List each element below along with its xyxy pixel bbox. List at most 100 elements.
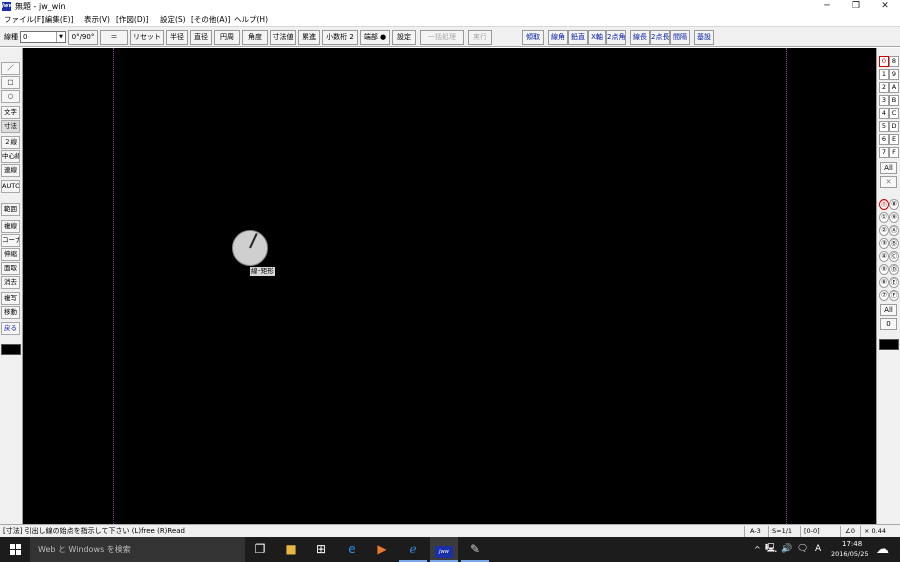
layer-group-e[interactable]: E [889, 134, 899, 145]
corner-tool[interactable]: コーナー [1, 234, 20, 247]
layer-3[interactable]: ③ [879, 238, 889, 249]
move-tool[interactable]: 移動 [1, 306, 20, 319]
layer-b[interactable]: Ⓑ [889, 238, 899, 249]
chevron-down-icon[interactable]: ▼ [56, 32, 65, 42]
layer-group-d[interactable]: D [889, 121, 899, 132]
stretch-tool[interactable]: 伸縮 [1, 248, 20, 261]
layer-e[interactable]: Ⓔ [889, 277, 899, 288]
layer-group-0[interactable]: 0 [879, 56, 889, 67]
erase-tool[interactable]: 消去 [1, 276, 20, 289]
message-icon[interactable]: 🗨 [797, 537, 808, 562]
media-player-icon[interactable]: ▶ [368, 537, 396, 562]
network-icon[interactable]: 🖳 [765, 537, 777, 562]
interval-button[interactable]: 間隔 [670, 30, 690, 45]
action-center-icon[interactable]: ☁ [876, 537, 889, 562]
clock-date[interactable]: 2016/05/25 [831, 550, 868, 559]
equal-button[interactable]: ＝ [100, 30, 128, 45]
layer-a[interactable]: Ⓐ [889, 225, 899, 236]
chamfer-tool[interactable]: 面取 [1, 262, 20, 275]
line-type-select[interactable]: 0 ▼ [20, 31, 66, 43]
layer-5[interactable]: ⑤ [879, 264, 889, 275]
layer-zero-button[interactable]: 0 [880, 318, 897, 330]
reset-button[interactable]: リセット [130, 30, 164, 45]
range-tool[interactable]: 範囲 [1, 203, 20, 216]
auto-mode-tool[interactable]: AUTO [1, 180, 20, 193]
layer-group-a[interactable]: A [889, 82, 899, 93]
chevron-up-icon[interactable]: ^ [754, 537, 761, 562]
layer-8[interactable]: ⑧ [889, 199, 899, 210]
undo-button[interactable]: 戻る [1, 322, 20, 335]
layer-1[interactable]: ① [879, 212, 889, 223]
layer-7[interactable]: ⑦ [879, 290, 889, 301]
layer-f[interactable]: Ⓕ [889, 290, 899, 301]
drawing-app-icon[interactable]: ✎ [461, 537, 489, 562]
layer-group-3[interactable]: 3 [879, 95, 889, 106]
center-line-tool[interactable]: 中心線 [1, 150, 20, 163]
menu-draw[interactable]: [作図(D)] [116, 13, 148, 26]
menu-edit[interactable]: [編集(E)] [42, 13, 73, 26]
task-view-icon[interactable]: ❐ [246, 537, 274, 562]
dimension-tool[interactable]: 寸法 [1, 120, 20, 133]
volume-icon[interactable]: 🔊 [781, 537, 792, 562]
maximize-button[interactable]: ❐ [841, 0, 871, 13]
layer-all-button[interactable]: All [880, 304, 897, 316]
line-tool[interactable]: ／ [1, 62, 20, 75]
clock-time[interactable]: 17:48 [842, 540, 862, 549]
end-style-button[interactable]: 端部 ● [360, 30, 390, 45]
x-axis-button[interactable]: X軸 [588, 30, 606, 45]
close-button[interactable]: ✕ [870, 0, 900, 13]
menu-other[interactable]: [その他(A)] [191, 13, 230, 26]
layer-d[interactable]: Ⓓ [889, 264, 899, 275]
menu-settings[interactable]: 設定(S) [160, 13, 186, 26]
angle-button[interactable]: 角度 [242, 30, 268, 45]
diameter-button[interactable]: 直径 [190, 30, 212, 45]
parallel-line-tool[interactable]: 複線 [1, 220, 20, 233]
layer-group-8[interactable]: 8 [889, 56, 899, 67]
layer-4[interactable]: ④ [879, 251, 889, 262]
layer-group-1[interactable]: 1 [879, 69, 889, 80]
layer-color-indicator[interactable] [879, 339, 899, 350]
vertical-button[interactable]: 鉛直 [568, 30, 588, 45]
layer-group-7[interactable]: 7 [879, 147, 889, 158]
layer-2[interactable]: ② [879, 225, 889, 236]
layer-group-f[interactable]: F [889, 147, 899, 158]
radius-button[interactable]: 半径 [166, 30, 188, 45]
execute-button[interactable]: 実行 [468, 30, 492, 45]
layer-group-9[interactable]: 9 [889, 69, 899, 80]
minimize-button[interactable]: ─ [812, 0, 842, 13]
file-explorer-icon[interactable]: ■ [277, 537, 305, 562]
close-icon[interactable]: ✕ [880, 176, 897, 188]
cumulative-button[interactable]: 累進 [298, 30, 320, 45]
jw-cad-icon[interactable]: Jww [430, 537, 458, 562]
line-weight-indicator[interactable] [1, 344, 21, 355]
dimension-value-button[interactable]: 寸法値 [270, 30, 296, 45]
layer-group-c[interactable]: C [889, 108, 899, 119]
layer-group-all-button[interactable]: All [880, 162, 897, 174]
double-line-tool[interactable]: ２線 [1, 136, 20, 149]
menu-file[interactable]: ファイル(F) [4, 13, 44, 26]
circumference-button[interactable]: 円周 [214, 30, 240, 45]
internet-explorer-icon[interactable]: ℯ [399, 537, 427, 562]
layer-c[interactable]: Ⓒ [889, 251, 899, 262]
base-set-button[interactable]: 基設 [694, 30, 714, 45]
search-input[interactable]: Web と Windows を検索 [30, 537, 245, 562]
line-length-button[interactable]: 線長 [630, 30, 650, 45]
layer-group-5[interactable]: 5 [879, 121, 889, 132]
circle-tool[interactable]: ○ [1, 90, 20, 103]
layer-6[interactable]: ⑥ [879, 277, 889, 288]
angle-toggle-button[interactable]: 0°/90° [68, 30, 98, 45]
layer-group-b[interactable]: B [889, 95, 899, 106]
ime-indicator[interactable]: A [815, 537, 821, 562]
continuous-line-tool[interactable]: 連線 [1, 164, 20, 177]
menu-view[interactable]: 表示(V) [84, 13, 110, 26]
menu-help[interactable]: ヘルプ(H) [234, 13, 268, 26]
decimal-places-button[interactable]: 小数桁 2 [322, 30, 358, 45]
layer-group-6[interactable]: 6 [879, 134, 889, 145]
edge-icon[interactable]: e [338, 537, 366, 562]
line-angle-button[interactable]: 線角 [548, 30, 568, 45]
copy-tool[interactable]: 複写 [1, 292, 20, 305]
batch-process-button[interactable]: 一括処理 [420, 30, 464, 45]
two-point-angle-button[interactable]: 2点角 [606, 30, 626, 45]
settings-button[interactable]: 設定 [392, 30, 416, 45]
tilt-take-button[interactable]: 傾取 [522, 30, 544, 45]
